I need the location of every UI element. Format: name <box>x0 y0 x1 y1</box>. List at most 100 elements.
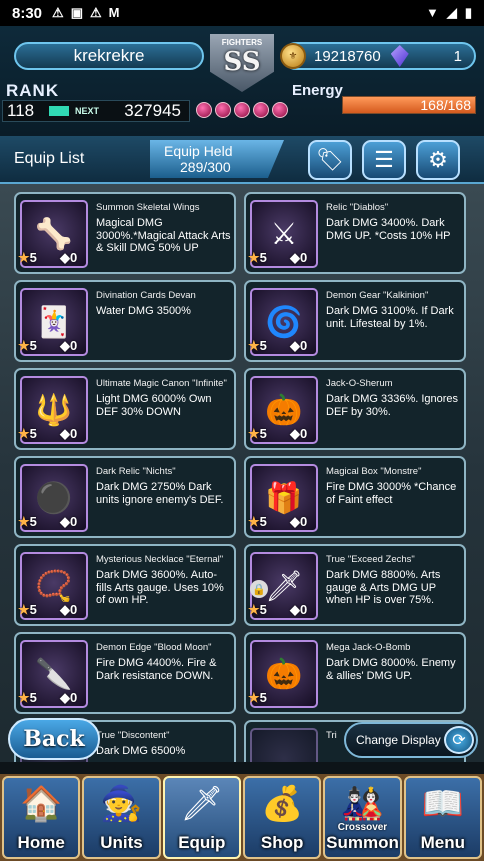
player-name[interactable]: krekrekre <box>14 42 204 70</box>
wifi-icon: ▼ <box>425 5 439 20</box>
summon-icon: 🎎 <box>341 785 384 823</box>
socket-icon: ◆ <box>290 250 300 265</box>
equipment-description: Dark DMG 3100%. If Dark unit. Lifesteal … <box>326 305 454 330</box>
rarity-value: 5 <box>29 690 37 705</box>
equipment-card[interactable]: 🗡 ★5 ◆0 True "Exceed Zechs" Dark DMG 8800%. … <box>244 544 466 626</box>
nav-shop[interactable]: 💰 Shop <box>242 776 322 859</box>
treasure-icon: 💰 <box>260 785 304 823</box>
socket-icon: ◆ <box>60 250 70 265</box>
socket-icon: ◆ <box>290 426 300 441</box>
rank-label: RANK <box>6 81 60 100</box>
clock: 8:30 <box>12 4 43 22</box>
units-icon: 🧙 <box>100 785 143 823</box>
rarity-badge: ★5 <box>18 338 37 354</box>
rank-grade: SS <box>223 47 261 77</box>
nav-label: Home <box>17 833 65 852</box>
change-display-button[interactable]: Change Display ⟳ <box>344 722 478 758</box>
equipment-card[interactable]: 🔪 ★5 ◆0 Demon Edge "Blood Moon" Fire DMG 440… <box>14 632 236 714</box>
equipment-icon: 🗡 <box>264 569 304 603</box>
nav-label: Shop <box>260 833 304 852</box>
nav-label: Equip <box>178 833 226 852</box>
star-icon: ★ <box>248 602 260 617</box>
star-icon: ★ <box>18 338 30 353</box>
equipment-card[interactable]: 🔱 ★5 ◆0 Ultimate Magic Canon "Infinite" Ligh… <box>14 368 236 450</box>
equipment-name: Tri <box>326 730 337 741</box>
equipment-description: Dark DMG 3600%. Auto-fills Arts gauge. U… <box>96 569 224 606</box>
socket-count: 0 <box>300 426 308 441</box>
equip-held-box: Equip Held 289/300 <box>150 140 284 178</box>
socket-badge: ◆0 <box>290 602 307 618</box>
rarity-badge: ★5 <box>248 250 267 266</box>
star-icon: ★ <box>18 426 30 441</box>
equipment-description: Dark DMG 3336%. Ignores DEF by 30%. <box>326 393 459 418</box>
socket-count: 0 <box>70 250 78 265</box>
equipment-name: Summon Skeletal Wings <box>96 202 200 213</box>
rank-value: 118 <box>7 101 35 120</box>
orb-icon <box>196 102 212 118</box>
equipment-name: Mega Jack-O-Bomb <box>326 642 411 653</box>
equipment-icon: 🌀 <box>265 305 303 339</box>
settings-button[interactable]: ⚙ <box>416 140 460 180</box>
equipment-list[interactable]: 🦴 ★5 ◆0 Summon Skeletal Wings Magical DMG 30… <box>0 184 484 762</box>
equipment-description: Fire DMG 3000% *Chance of Faint effect <box>326 481 457 506</box>
equipment-icon: 🦴 <box>35 217 73 251</box>
equipment-card[interactable]: 📿 ★5 ◆0 Mysterious Necklace "Eternal" Dark D… <box>14 544 236 626</box>
sort-button[interactable]: ☰ <box>362 140 406 180</box>
star-icon: ★ <box>18 514 30 529</box>
rarity-value: 5 <box>259 426 267 441</box>
app-icon: ▣ <box>70 5 83 20</box>
socket-icon: ◆ <box>60 426 70 441</box>
equipment-name: Divination Cards Devan <box>96 290 196 301</box>
warning-icon: ⚠ <box>52 5 64 20</box>
equipment-name: Relic "Diablos" <box>326 202 389 213</box>
socket-count: 0 <box>70 690 78 705</box>
nav-sublabel: Crossover <box>337 822 388 833</box>
tag-icon: 🏷 <box>316 147 344 172</box>
socket-badge: ◆0 <box>60 250 77 266</box>
refresh-icon: ⟳ <box>444 726 474 754</box>
gold-amount: 19218760 <box>314 47 381 65</box>
rarity-badge: ★5 <box>248 514 267 530</box>
socket-badge: ◆0 <box>290 250 307 266</box>
equipment-card[interactable]: 🎃★5◆Mega Jack-O-BombDark DMG 8000%. Enem… <box>244 632 466 714</box>
sort-icon: ☰ <box>374 147 394 172</box>
rarity-badge: ★5 <box>18 250 37 266</box>
equipment-description: Water DMG 3500% <box>96 305 191 317</box>
socket-icon: ◆ <box>290 514 300 529</box>
back-button[interactable]: Back <box>8 718 100 760</box>
orb-icon <box>234 102 250 118</box>
rarity-badge: ★5 <box>18 514 37 530</box>
star-icon: ★ <box>18 690 30 705</box>
equipment-card[interactable]: 🦴 ★5 ◆0 Summon Skeletal Wings Magical DMG 30… <box>14 192 236 274</box>
rarity-badge: ★5 <box>248 602 267 618</box>
energy-bar: 168/168 <box>342 96 476 114</box>
socket-count: 0 <box>70 426 78 441</box>
equipment-card[interactable]: 🃏 ★5 ◆0 Divination Cards Devan Water DMG 350… <box>14 280 236 362</box>
star-icon: ★ <box>18 602 30 617</box>
equipment-card[interactable]: 🎃 ★5 ◆0 Jack-O-Sherum Dark DMG 3336%. Ignore… <box>244 368 466 450</box>
socket-badge: ◆0 <box>60 426 77 442</box>
socket-badge: ◆0 <box>290 514 307 530</box>
equipment-description: Magical DMG 3000%.*Magical Attack Arts &… <box>96 217 231 254</box>
equipment-description: Dark DMG 3400%. Dark DMG UP. *Costs 10% … <box>326 217 451 242</box>
nav-equip[interactable]: 🗡 Equip <box>162 776 241 859</box>
nav-home[interactable]: 🏠 Home <box>2 776 81 859</box>
nav-menu[interactable]: 📖 Menu <box>403 776 482 859</box>
tag-button[interactable]: 🏷 <box>308 140 352 180</box>
equipment-name: Dark Relic "Nichts" <box>96 466 176 477</box>
equipment-card[interactable]: ⚫ ★5 ◆0 Dark Relic "Nichts" Dark DMG 2750% D… <box>14 456 236 538</box>
equipment-card[interactable]: ⚔ ★5 ◆0 Relic "Diablos" Dark DMG 3400%. Dark… <box>244 192 466 274</box>
rarity-value: 5 <box>29 602 37 617</box>
equipment-card[interactable]: 🎁 ★5 ◆0 Magical Box "Monstre" Fire DMG 3000%… <box>244 456 466 538</box>
currency-box[interactable]: ⚜ 19218760 1 <box>280 42 476 70</box>
signal-icon: ◢ <box>446 5 457 20</box>
book-icon: 📖 <box>421 785 464 823</box>
equipment-card[interactable]: 🌀 ★5 ◆0 Demon Gear "Kalkinion" Dark DMG 3100… <box>244 280 466 362</box>
equipment-icon: 🎁 <box>265 481 303 515</box>
nav-summon[interactable]: 🎎 Crossover Summon <box>323 776 402 859</box>
house-icon: 🏠 <box>19 785 63 823</box>
rarity-value: 5 <box>259 602 267 617</box>
equipment-name: True "Discontent" <box>96 730 170 741</box>
rarity-badge: ★5 <box>18 426 37 442</box>
nav-units[interactable]: 🧙 Units <box>82 776 161 859</box>
